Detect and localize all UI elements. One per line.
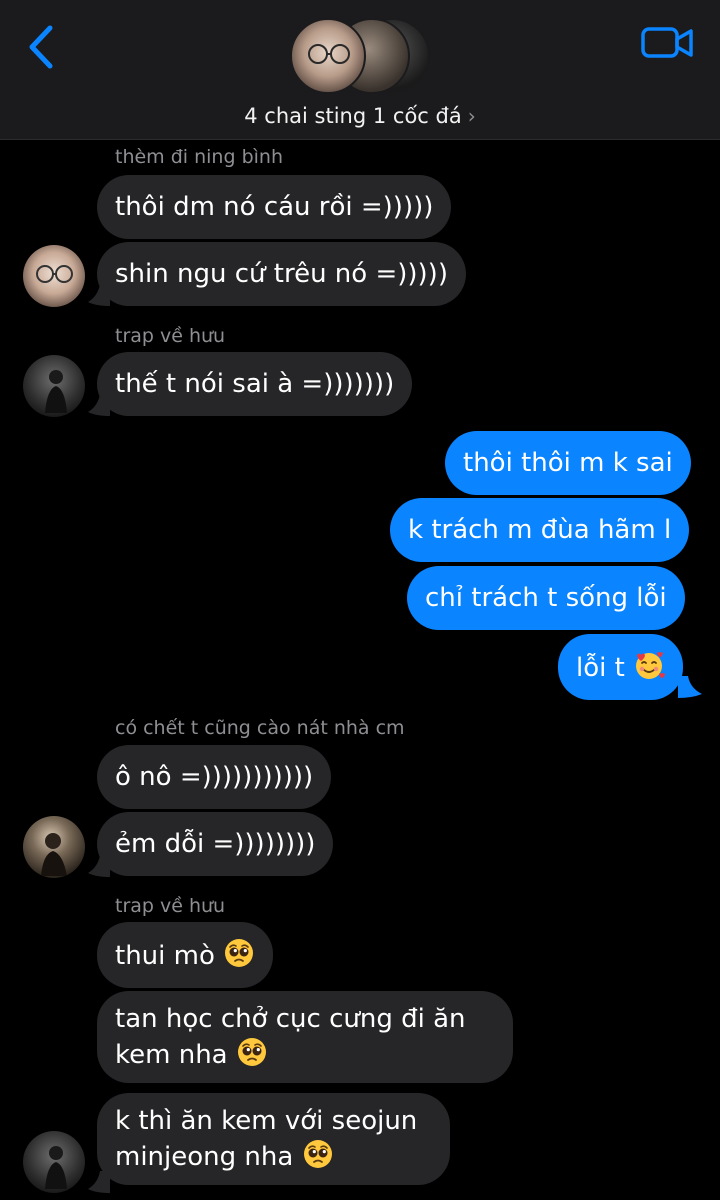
- sender-avatar[interactable]: [23, 355, 85, 417]
- chat-header: 4 chai sting 1 cốc đá ›: [0, 0, 720, 140]
- glasses-icon: [308, 44, 350, 64]
- glasses-icon: [36, 265, 73, 283]
- person-silhouette-icon: [45, 370, 67, 413]
- outgoing-message-bubble[interactable]: chỉ trách t sống lỗi: [407, 566, 685, 630]
- incoming-message-bubble[interactable]: shin ngu cứ trêu nó =))))): [97, 242, 466, 306]
- chevron-right-icon: ›: [467, 104, 476, 128]
- group-avatar-stack[interactable]: [290, 18, 430, 98]
- message-text: lỗi t: [576, 653, 625, 683]
- chevron-left-icon: [29, 25, 53, 69]
- group-title[interactable]: 4 chai sting 1 cốc đá ›: [0, 104, 720, 136]
- message-text: thui mò: [115, 941, 215, 971]
- incoming-message-bubble[interactable]: tan học chở cục cưng đi ăn kem nha: [97, 991, 513, 1083]
- video-call-button[interactable]: [640, 24, 696, 62]
- group-name: 4 chai sting 1 cốc đá: [244, 104, 462, 128]
- incoming-message-bubble[interactable]: ô nô =))))))))))): [97, 745, 332, 809]
- sender-avatar[interactable]: [23, 245, 85, 307]
- sender-name: thèm đi ning bình: [115, 146, 283, 168]
- back-button[interactable]: [22, 22, 62, 72]
- message-text-line: minjeong nha: [115, 1142, 294, 1172]
- sender-name: trap về hưu: [115, 895, 226, 917]
- smiling-face-with-hearts-icon: [636, 652, 666, 679]
- person-silhouette-icon: [41, 833, 67, 876]
- outgoing-message-bubble[interactable]: thôi thôi m k sai: [445, 431, 691, 495]
- incoming-message-bubble[interactable]: thui mò: [97, 922, 274, 988]
- incoming-message-bubble[interactable]: ẻm dỗi =)))))))): [97, 812, 334, 876]
- group-member-avatar: [290, 18, 366, 94]
- incoming-message-bubble[interactable]: thôi dm nó cáu rồi =))))): [97, 175, 452, 239]
- sender-avatar[interactable]: [23, 816, 85, 878]
- incoming-message-bubble[interactable]: k thì ăn kem với seojun minjeong nha: [97, 1093, 450, 1185]
- video-camera-icon: [641, 27, 693, 58]
- sender-name: có chết t cũng cào nát nhà cm: [115, 717, 405, 739]
- bubble-tail: [678, 676, 702, 698]
- message-text-line: tan học chở cục cưng đi ăn: [115, 1004, 466, 1034]
- sender-name: trap về hưu: [115, 325, 226, 347]
- pleading-face-icon: [225, 939, 254, 967]
- outgoing-message-bubble[interactable]: lỗi t: [558, 634, 684, 700]
- incoming-message-bubble[interactable]: thế t nói sai à =))))))): [97, 352, 413, 416]
- outgoing-message-bubble[interactable]: k trách m đùa hãm l: [390, 498, 690, 562]
- person-silhouette-icon: [45, 1146, 67, 1189]
- message-text-line: k thì ăn kem với seojun: [115, 1106, 418, 1136]
- message-text-line: kem nha: [115, 1040, 228, 1070]
- pleading-face-icon: [303, 1140, 332, 1168]
- sender-avatar[interactable]: [23, 1131, 85, 1193]
- pleading-face-icon: [237, 1038, 266, 1066]
